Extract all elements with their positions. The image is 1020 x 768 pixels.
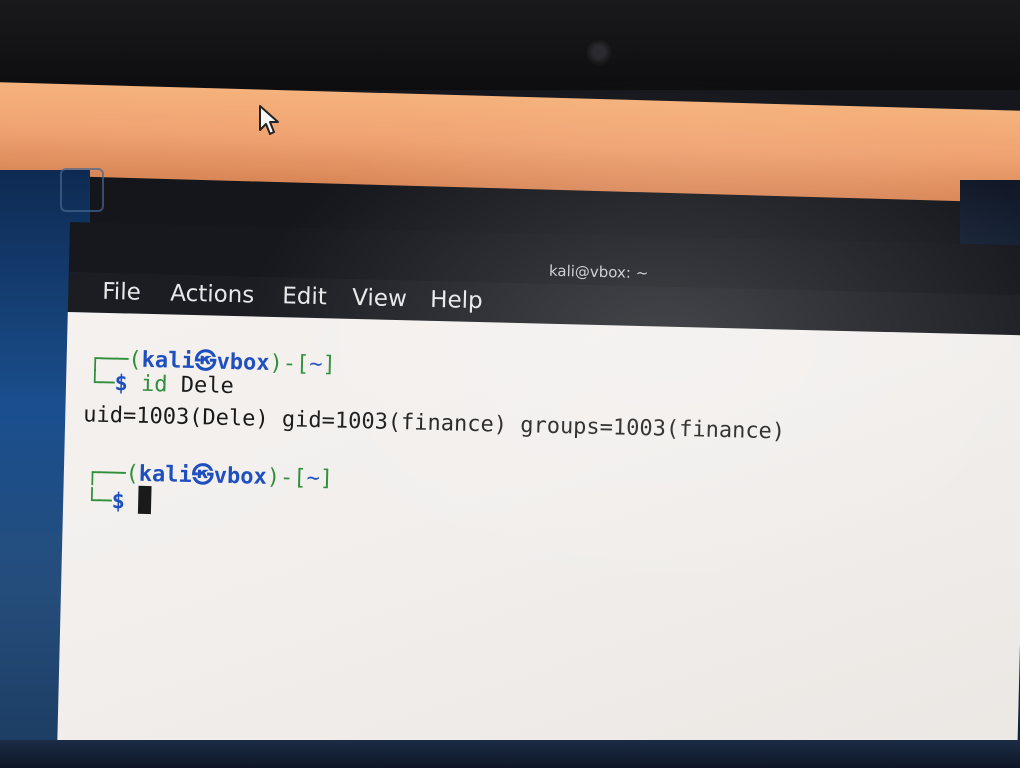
prompt-dir: ~ <box>309 351 323 378</box>
mouse-pointer-icon <box>259 105 279 135</box>
prompt-bracket: ] <box>319 466 334 492</box>
prompt-bracket: ┌──( <box>85 460 140 487</box>
prompt-dollar: $ <box>111 489 126 515</box>
menu-file[interactable]: File <box>102 279 141 306</box>
menu-view[interactable]: View <box>352 285 407 312</box>
prompt-symbol: ㉿ <box>194 349 217 375</box>
prompt-user: kali <box>138 461 193 489</box>
terminal-output-area[interactable]: ┌──(kali㉿vbox)-[~] └─$ id Dele uid=1003(… <box>57 311 1020 768</box>
window-title: kali@vbox: ~ <box>548 261 649 283</box>
command-name: id <box>140 371 168 398</box>
prompt-corner: └─ <box>87 370 115 397</box>
command-output: uid=1003(Dele) gid=1003(finance) groups=… <box>82 402 786 445</box>
webcam <box>585 38 613 66</box>
prompt-bracket: ] <box>322 352 337 378</box>
prompt-bracket: )-[ <box>269 350 310 377</box>
terminal-launcher-icon[interactable] <box>60 168 104 212</box>
prompt-dir: ~ <box>306 465 321 492</box>
prompt-host: vbox <box>216 349 270 376</box>
command-line-1: └─$ id Dele <box>88 370 234 399</box>
terminal-window: kali@vbox: ~ File Actions Edit View Help… <box>57 222 1020 768</box>
menu-edit[interactable]: Edit <box>282 283 327 310</box>
monitor-bezel <box>0 0 1020 90</box>
prompt-host: vbox <box>213 463 268 490</box>
command-argument: Dele <box>180 372 235 400</box>
command-line-2[interactable]: └─$ <box>85 484 152 515</box>
photo-scene: kali@vbox: ~ File Actions Edit View Help… <box>0 0 1020 768</box>
top-panel <box>0 82 1020 204</box>
menu-help[interactable]: Help <box>430 287 483 314</box>
desktop-taskbar-edge <box>0 740 1020 768</box>
text-cursor <box>137 485 152 515</box>
prompt-user: kali <box>141 347 195 375</box>
prompt-bracket: )-[ <box>266 464 307 491</box>
prompt-dollar: $ <box>114 371 129 397</box>
prompt-corner: └─ <box>84 488 112 515</box>
prompt-bracket: ┌──( <box>88 346 142 373</box>
menu-actions[interactable]: Actions <box>170 280 255 308</box>
prompt-symbol: ㉿ <box>191 463 215 489</box>
